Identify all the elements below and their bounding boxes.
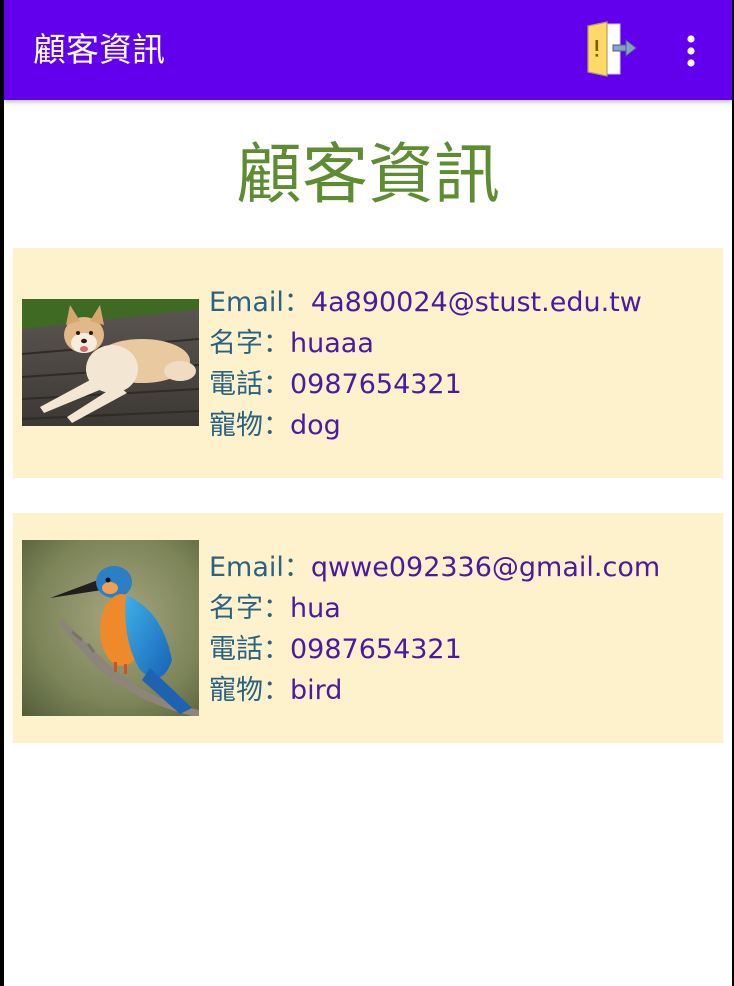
phone-label: 電話： bbox=[209, 369, 290, 400]
app-screen: 顧客資訊 顧客資訊 Email：4a890024@stust.edu.tw 名字… bbox=[4, 0, 732, 986]
pet-row: 寵物：bird bbox=[209, 670, 660, 711]
customer-info: Email：4a890024@stust.edu.tw 名字：huaaa 電話：… bbox=[209, 282, 642, 446]
email-value: 4a890024@stust.edu.tw bbox=[310, 287, 642, 318]
pet-row: 寵物：dog bbox=[209, 405, 642, 446]
customer-info: Email：qwwe092336@gmail.com 名字：hua 電話：098… bbox=[209, 547, 660, 711]
email-row: Email：qwwe092336@gmail.com bbox=[209, 547, 660, 588]
kingfisher-photo bbox=[22, 540, 199, 716]
email-value: qwwe092336@gmail.com bbox=[310, 552, 661, 583]
email-row: Email：4a890024@stust.edu.tw bbox=[209, 282, 642, 323]
name-row: 名字：huaaa bbox=[209, 323, 642, 364]
email-label: Email： bbox=[209, 287, 311, 318]
phone-value: 0987654321 bbox=[290, 634, 462, 665]
phone-value: 0987654321 bbox=[290, 369, 462, 400]
phone-row: 電話：0987654321 bbox=[209, 364, 642, 405]
customer-card[interactable]: Email：qwwe092336@gmail.com 名字：hua 電話：098… bbox=[13, 513, 723, 743]
app-bar-title: 顧客資訊 bbox=[33, 30, 165, 69]
pet-label: 寵物： bbox=[209, 410, 290, 441]
phone-row: 電話：0987654321 bbox=[209, 629, 660, 670]
name-value: hua bbox=[290, 593, 341, 624]
customer-card[interactable]: Email：4a890024@stust.edu.tw 名字：huaaa 電話：… bbox=[13, 248, 723, 478]
email-label: Email： bbox=[209, 552, 311, 583]
dog-photo bbox=[22, 299, 199, 426]
pet-value: dog bbox=[290, 410, 341, 441]
name-label: 名字： bbox=[209, 328, 290, 359]
more-vert-icon bbox=[687, 35, 695, 67]
pet-label: 寵物： bbox=[209, 675, 290, 706]
name-row: 名字：hua bbox=[209, 588, 660, 629]
name-label: 名字： bbox=[209, 593, 290, 624]
page-title: 顧客資訊 bbox=[236, 136, 500, 213]
phone-label: 電話： bbox=[209, 634, 290, 665]
pet-value: bird bbox=[290, 675, 343, 706]
app-bar: 顧客資訊 bbox=[4, 0, 732, 100]
exit-door-icon bbox=[587, 21, 637, 77]
name-value: huaaa bbox=[290, 328, 374, 359]
overflow-menu-button[interactable] bbox=[676, 26, 706, 74]
exit-button[interactable] bbox=[580, 18, 644, 80]
